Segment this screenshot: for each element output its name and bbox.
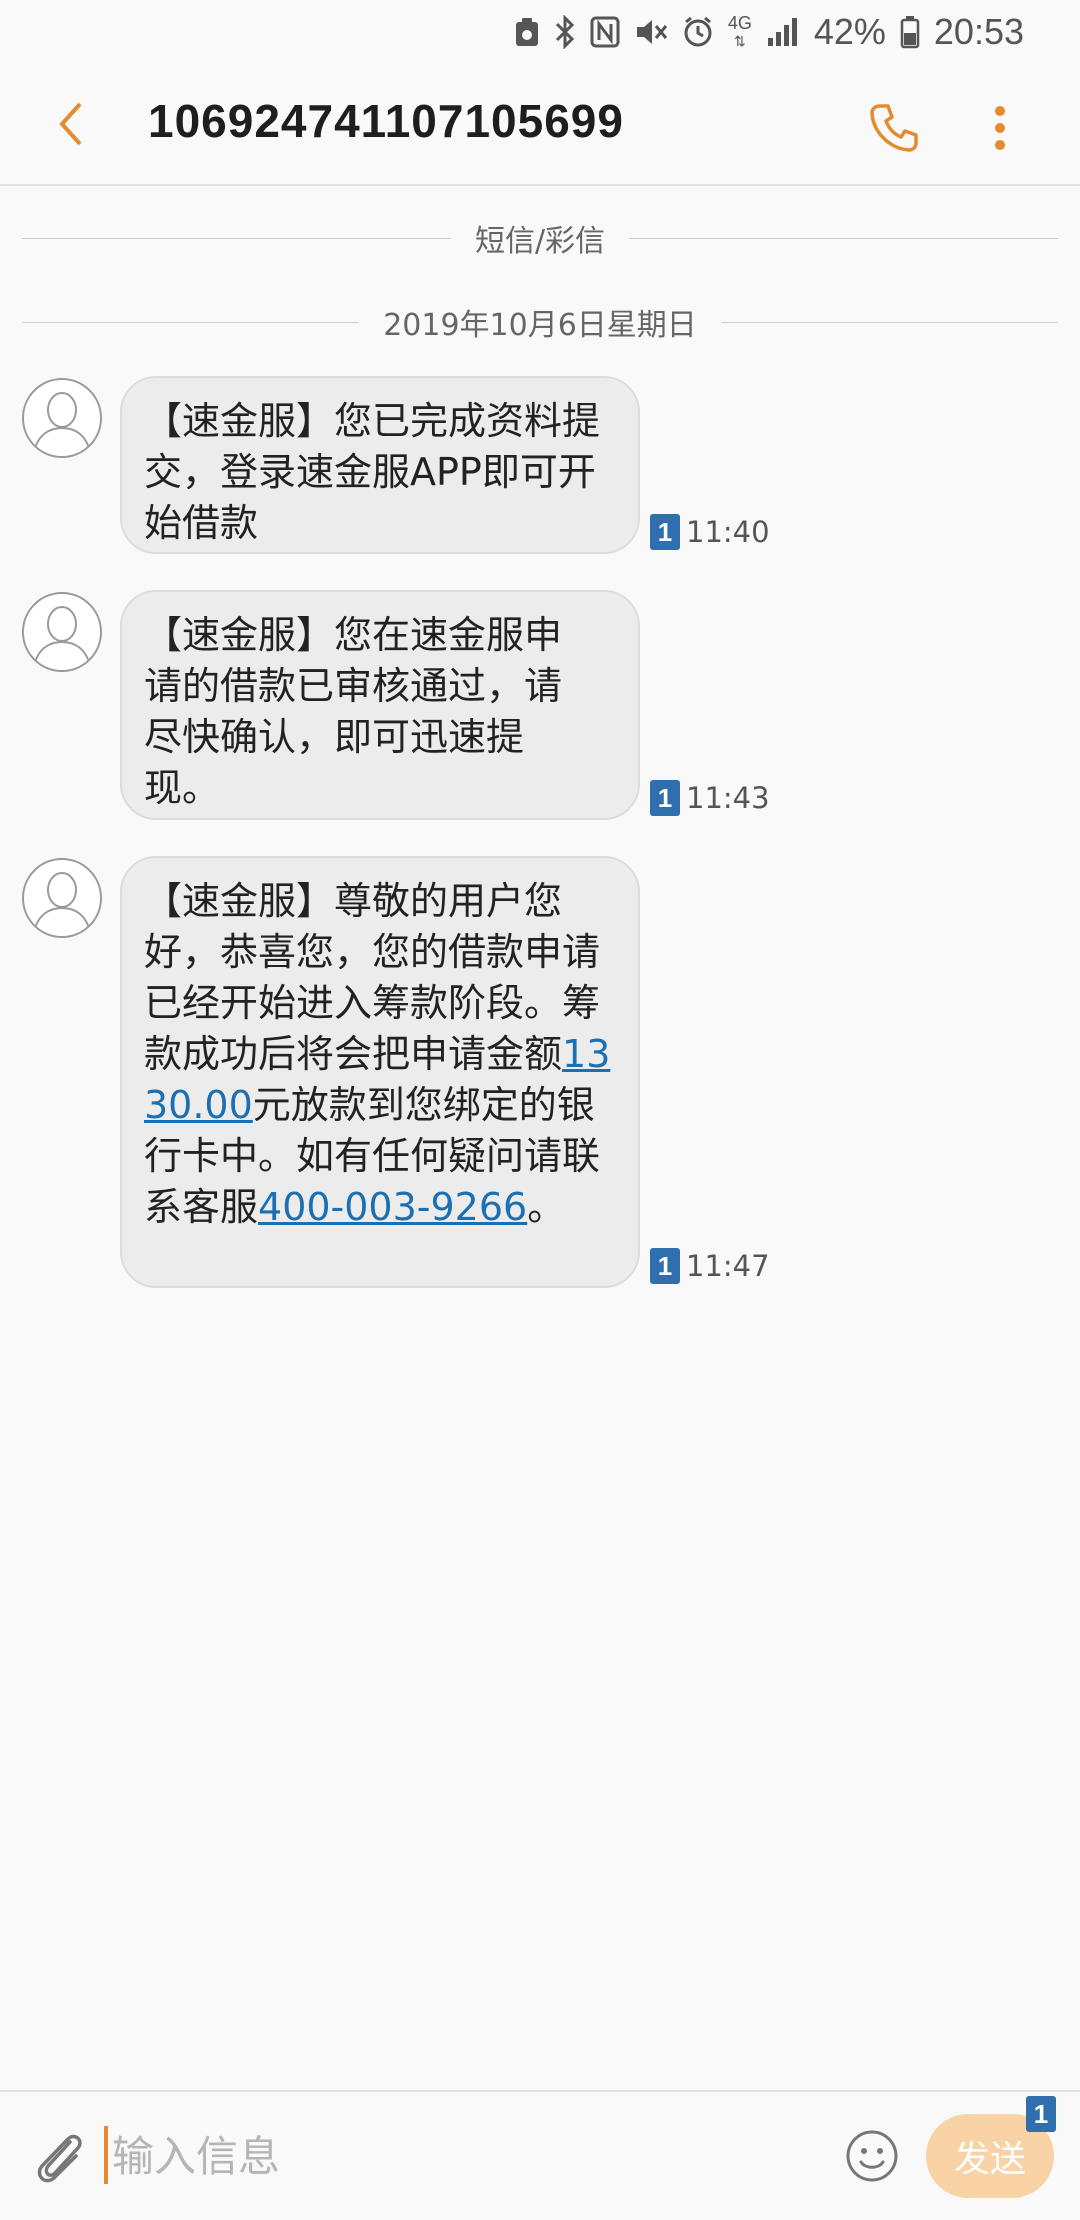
message-meta: 1 11:47 bbox=[650, 1248, 770, 1284]
screenshot-icon bbox=[514, 16, 540, 48]
message-type-separator: 短信/彩信 bbox=[22, 216, 1059, 260]
sim-badge: 1 bbox=[650, 1248, 680, 1284]
sim-badge: 1 bbox=[650, 514, 680, 550]
message-meta: 1 11:43 bbox=[650, 780, 770, 816]
signal-icon bbox=[766, 16, 800, 48]
nfc-icon bbox=[590, 16, 620, 48]
message-meta: 1 11:40 bbox=[650, 514, 770, 550]
message-composer: 发送 bbox=[0, 2090, 1080, 2220]
status-bar: 4G ⇅ 42% 20:53 bbox=[0, 0, 1080, 64]
mute-icon bbox=[634, 16, 668, 48]
contact-number-title: 106924741107105699 bbox=[148, 95, 624, 147]
avatar[interactable] bbox=[22, 858, 102, 938]
alarm-icon bbox=[682, 16, 714, 48]
message-time: 11:43 bbox=[686, 781, 770, 815]
battery-percentage: 42% bbox=[813, 11, 886, 52]
message-text: 【速金服】您在速金服申请的借款已审核通过，请尽快确认，即可迅速提现。 bbox=[144, 613, 563, 810]
phone-icon bbox=[870, 104, 918, 152]
emoji-button[interactable] bbox=[842, 2126, 902, 2186]
more-options-button[interactable] bbox=[976, 96, 1024, 160]
send-sim-badge: 1 bbox=[1026, 2096, 1056, 2132]
date-separator: 2019年10月6日星期日 bbox=[22, 300, 1059, 344]
bluetooth-icon bbox=[554, 15, 576, 49]
message-time: 11:47 bbox=[686, 1249, 770, 1283]
paperclip-icon bbox=[37, 2134, 82, 2183]
message-bubble[interactable]: 【速金服】您在速金服申请的借款已审核通过，请尽快确认，即可迅速提现。 bbox=[120, 590, 640, 820]
message-input[interactable] bbox=[110, 2122, 814, 2190]
avatar[interactable] bbox=[22, 378, 102, 458]
battery-icon bbox=[900, 15, 920, 49]
more-vertical-icon bbox=[995, 106, 1005, 150]
smiley-icon bbox=[846, 2130, 898, 2182]
attach-button[interactable] bbox=[28, 2124, 92, 2188]
message-text-part: 【速金服】尊敬的用户您好，恭喜您，您的借款申请已经开始进入筹款阶段。筹款成功后将… bbox=[144, 879, 601, 1076]
sim-badge: 1 bbox=[650, 780, 680, 816]
chevron-left-icon bbox=[59, 102, 82, 146]
back-button[interactable] bbox=[42, 94, 102, 154]
text-cursor bbox=[104, 2126, 108, 2184]
call-button[interactable] bbox=[862, 96, 926, 160]
network-4g-icon: 4G ⇅ bbox=[727, 13, 752, 49]
message-time: 11:40 bbox=[686, 515, 770, 549]
message-text: 【速金服】您已完成资料提交，登录速金服APP即可开始借款 bbox=[144, 399, 601, 545]
customer-service-phone-link[interactable]: 400-003-9266 bbox=[258, 1185, 527, 1229]
person-icon bbox=[33, 872, 91, 933]
avatar[interactable] bbox=[22, 592, 102, 672]
person-icon bbox=[33, 606, 91, 667]
person-icon bbox=[33, 392, 91, 453]
clock: 20:53 bbox=[933, 11, 1024, 52]
message-type-label: 短信/彩信 bbox=[474, 224, 606, 259]
message-bubble[interactable]: 【速金服】尊敬的用户您好，恭喜您，您的借款申请已经开始进入筹款阶段。筹款成功后将… bbox=[120, 856, 640, 1288]
message-bubble[interactable]: 【速金服】您已完成资料提交，登录速金服APP即可开始借款 bbox=[120, 376, 640, 554]
message-text-part: 。 bbox=[527, 1185, 566, 1229]
date-label: 2019年10月6日星期日 bbox=[383, 308, 697, 343]
conversation-header: 106924741107105699 bbox=[0, 64, 1080, 186]
